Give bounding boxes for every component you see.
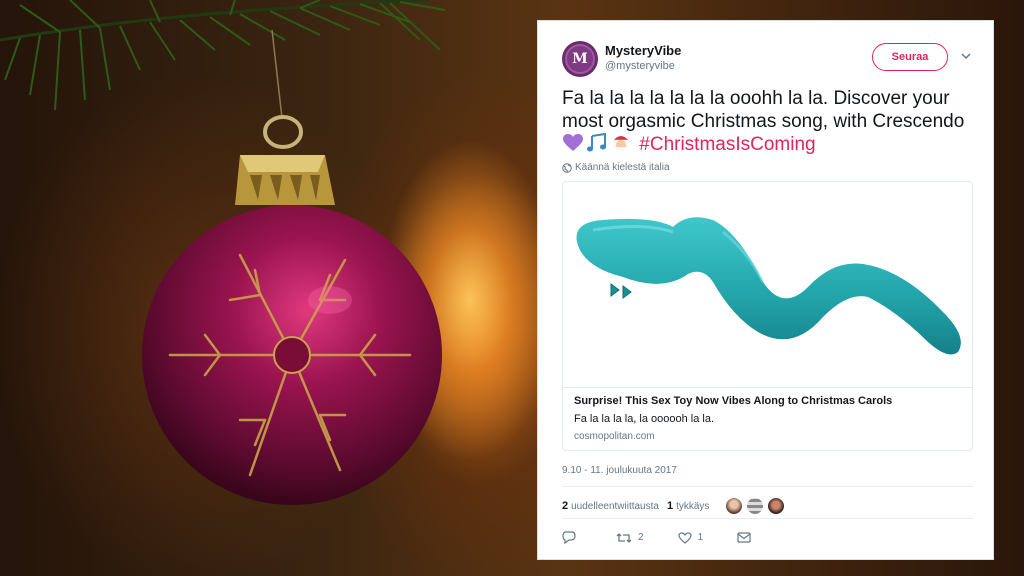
tweet-actions: 2 1 — [562, 531, 785, 544]
avatar[interactable] — [746, 497, 765, 515]
card-description: Fa la la la la, la oooooh la la. — [574, 413, 715, 425]
display-name[interactable]: MysteryVibe — [605, 43, 681, 58]
heart-icon — [677, 531, 692, 544]
tweet-text: Fa la la la la la la la ooohh la la. Dis… — [562, 87, 982, 156]
tweet-timestamp[interactable]: 9.10 - 11. joulukuuta 2017 — [562, 465, 677, 476]
retweet-label: uudelleentwiittausta — [571, 501, 659, 512]
crescendo-vibrator-image — [576, 217, 961, 355]
hashtag-link[interactable]: #ChristmasIsComing — [639, 134, 815, 155]
product-image — [563, 182, 972, 388]
envelope-icon — [737, 532, 751, 543]
tweet-stats: 2 uudelleentwiittausta 1 tykkäys — [562, 497, 788, 515]
musical-notes-icon — [587, 133, 606, 152]
tweet-card: M MysteryVibe @mysteryvibe Seuraa Fa la … — [537, 20, 994, 560]
reply-icon — [562, 531, 576, 544]
card-domain: cosmopolitan.com — [574, 431, 655, 442]
link-card[interactable]: Surprise! This Sex Toy Now Vibes Along t… — [562, 181, 973, 451]
like-stat[interactable]: 1 tykkäys — [667, 500, 709, 512]
globe-icon — [562, 162, 572, 173]
divider — [562, 486, 973, 487]
like-action-count: 1 — [697, 532, 704, 543]
like-count: 1 — [666, 500, 674, 512]
retweet-stat[interactable]: 2 uudelleentwiittausta — [562, 500, 659, 512]
tweet-body-text: Fa la la la la la la la ooohh la la. Dis… — [562, 88, 965, 132]
liker-avatars — [725, 497, 788, 515]
translate-label: Käännä kielestä italia — [575, 162, 670, 173]
like-label: tykkäys — [676, 501, 710, 512]
translate-link[interactable]: Käännä kielestä italia — [562, 162, 670, 173]
purple-heart-icon — [563, 134, 583, 151]
avatar[interactable] — [725, 497, 744, 515]
user-handle[interactable]: @mysteryvibe — [605, 60, 675, 72]
avatar[interactable]: M — [562, 41, 598, 77]
christmas-ornament-image — [0, 0, 446, 505]
retweet-button[interactable]: 2 — [616, 532, 644, 544]
divider — [562, 518, 973, 519]
avatar[interactable] — [767, 497, 786, 515]
chevron-down-icon[interactable] — [960, 51, 972, 61]
direct-message-button[interactable] — [737, 532, 751, 543]
avatar-logo: M — [565, 44, 595, 74]
retweet-count: 2 — [562, 500, 569, 512]
retweet-icon — [616, 532, 632, 543]
card-title: Surprise! This Sex Toy Now Vibes Along t… — [574, 395, 893, 407]
like-button[interactable]: 1 — [677, 531, 704, 544]
follow-button[interactable]: Seuraa — [872, 43, 948, 71]
santa-icon — [612, 136, 630, 151]
retweet-action-count: 2 — [638, 532, 644, 543]
reply-button[interactable] — [562, 531, 582, 544]
